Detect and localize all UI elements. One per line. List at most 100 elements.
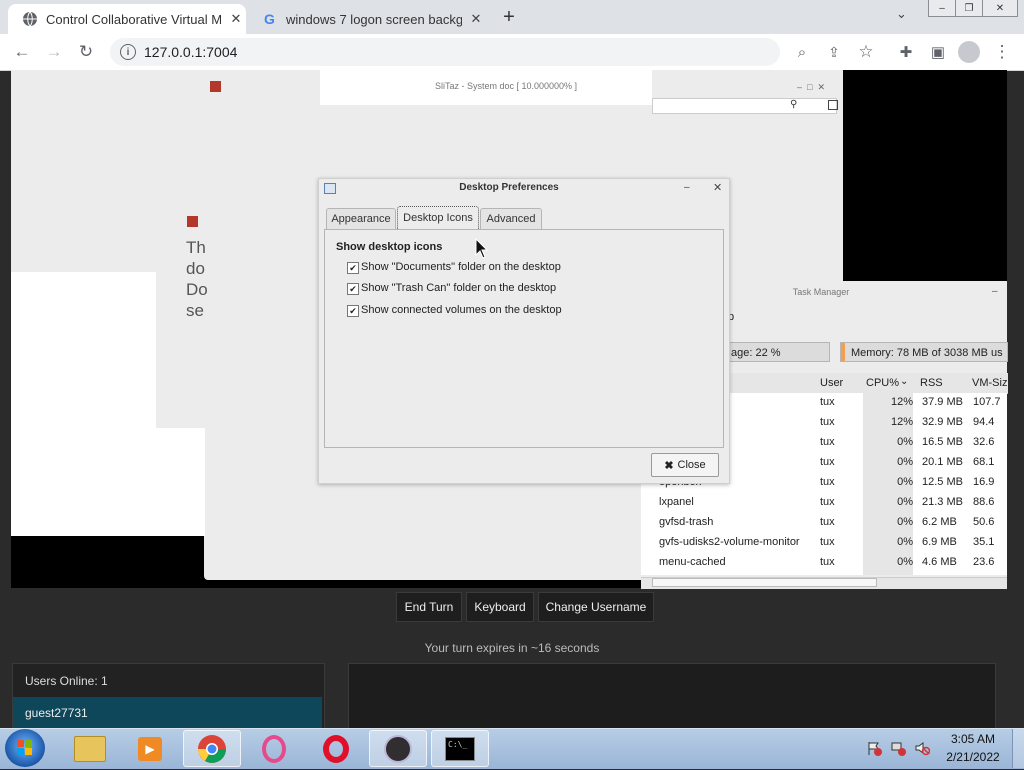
share-icon[interactable]: ⇪: [820, 34, 848, 70]
end-turn-button[interactable]: End Turn: [396, 592, 462, 622]
opera-icon[interactable]: [307, 730, 365, 767]
bookmark-star-icon[interactable]: ☆: [852, 34, 880, 70]
opera-gx-icon[interactable]: [245, 730, 303, 767]
extensions-icon[interactable]: ✚: [892, 34, 920, 70]
back-icon[interactable]: ←: [8, 34, 36, 70]
close-tab-icon[interactable]: ✕: [468, 11, 484, 27]
sort-chevron-icon: ⌄: [900, 376, 909, 387]
process-user: tux: [820, 516, 835, 528]
side-panel-icon[interactable]: ▣: [924, 34, 952, 70]
process-user: tux: [820, 556, 835, 568]
tab-appearance[interactable]: Appearance: [326, 208, 396, 229]
cpu-usage-bar: age: 22 %: [720, 342, 830, 362]
keyboard-button[interactable]: Keyboard: [466, 592, 534, 622]
url-text: 127.0.0.1:7004: [144, 44, 238, 60]
table-row[interactable]: gvfsd-trash tux 6.2 MB 50.6 0%: [641, 513, 1008, 533]
minimize-icon[interactable]: –: [684, 182, 690, 193]
menu-icon[interactable]: ⋮: [988, 34, 1016, 70]
grid-icon[interactable]: [828, 100, 838, 110]
media-player-icon[interactable]: ▶: [121, 730, 179, 767]
tab-inactive[interactable]: G windows 7 logon screen backgro ✕: [248, 4, 486, 34]
process-rss: 4.6 MB: [922, 556, 957, 568]
terminal-icon[interactable]: C:\_: [431, 730, 489, 767]
volumes-option-label: Show connected volumes on the desktop: [361, 304, 562, 316]
action-center-flag-icon[interactable]: [866, 740, 882, 756]
minimize-icon[interactable]: –: [992, 286, 998, 297]
column-vm-size[interactable]: VM-Siz: [972, 377, 1007, 389]
process-name: menu-cached: [659, 556, 726, 568]
mouse-cursor-icon: [475, 238, 489, 259]
documents-checkbox[interactable]: ✔: [347, 262, 359, 274]
process-cpu: 0%: [897, 456, 913, 468]
process-name: lxpanel: [659, 496, 694, 508]
new-tab-button[interactable]: +: [498, 6, 520, 28]
user-list-item[interactable]: guest27731: [13, 697, 322, 728]
show-desktop-button[interactable]: [1012, 729, 1024, 768]
zoom-icon[interactable]: ⌕: [788, 34, 816, 70]
process-rss: 6.9 MB: [922, 536, 957, 548]
restore-icon[interactable]: ❐: [955, 0, 983, 17]
process-vm-size: 107.7: [973, 396, 1001, 408]
column-rss[interactable]: RSS: [920, 377, 943, 389]
close-button[interactable]: ✖ Close: [651, 453, 719, 477]
table-row[interactable]: lxpanel tux 21.3 MB 88.6 0%: [641, 493, 1008, 513]
address-bar[interactable]: i 127.0.0.1:7004: [110, 38, 780, 66]
close-tab-icon[interactable]: ✕: [228, 11, 244, 27]
systray-title: SliTaz - System doc [ 10.000000% ]: [434, 81, 578, 91]
search-icon[interactable]: ⚲: [790, 99, 797, 110]
tab-desktop-icons[interactable]: Desktop Icons: [397, 206, 479, 229]
tab-advanced[interactable]: Advanced: [480, 208, 542, 229]
process-cpu: 0%: [897, 436, 913, 448]
scrollbar-thumb[interactable]: [652, 578, 877, 587]
column-cpu[interactable]: CPU%: [866, 377, 899, 389]
close-x-icon: ✖: [664, 459, 674, 472]
reload-icon[interactable]: ↻: [72, 34, 100, 70]
process-cpu: 0%: [897, 536, 913, 548]
column-user[interactable]: User: [820, 377, 843, 389]
memory-text: Memory: 78 MB of 3038 MB us: [851, 347, 1003, 359]
trash-checkbox[interactable]: ✔: [347, 283, 359, 295]
process-vm-size: 94.4: [973, 416, 995, 428]
process-vm-size: 23.6: [973, 556, 995, 568]
chrome-icon[interactable]: [183, 730, 241, 767]
table-row[interactable]: menu-cached tux 4.6 MB 23.6 0%: [641, 553, 1008, 573]
process-cpu: 0%: [897, 476, 913, 488]
globe-icon: [22, 11, 38, 27]
close-window-icon[interactable]: ✕: [982, 0, 1018, 17]
obs-icon[interactable]: [369, 730, 427, 767]
volume-muted-icon[interactable]: [914, 740, 931, 756]
process-user: tux: [820, 416, 835, 428]
start-button[interactable]: [5, 729, 45, 767]
profile-avatar-icon[interactable]: [958, 41, 980, 63]
file-explorer-icon[interactable]: [61, 730, 119, 767]
search-field[interactable]: [652, 98, 837, 114]
forward-icon[interactable]: →: [40, 34, 68, 70]
tab-title: Control Collaborative Virtual Ma: [46, 11, 222, 27]
site-info-icon[interactable]: i: [120, 44, 136, 60]
partial-line: Th: [186, 238, 206, 257]
process-name: gvfsd-trash: [659, 516, 714, 528]
memory-usage-bar: Memory: 78 MB of 3038 MB us: [840, 342, 1008, 362]
network-icon[interactable]: [890, 740, 906, 756]
process-user: tux: [820, 476, 835, 488]
turn-status: Your turn expires in ~16 seconds: [424, 641, 600, 655]
tab-search-chevron-icon[interactable]: ⌄: [896, 6, 916, 26]
black-region: [11, 536, 205, 588]
process-name: gvfs-udisks2-volume-monitor: [659, 536, 800, 548]
table-row[interactable]: gvfs-udisks2-volume-monitor tux 6.9 MB 35.1…: [641, 533, 1008, 553]
change-username-button[interactable]: Change Username: [538, 592, 654, 622]
clock-time[interactable]: 3:05 AM: [940, 732, 1006, 746]
volumes-checkbox[interactable]: ✔: [347, 305, 359, 317]
process-vm-size: 50.6: [973, 516, 995, 528]
process-user: tux: [820, 396, 835, 408]
close-button-label: Close: [677, 459, 706, 471]
process-user: tux: [820, 456, 835, 468]
tab-active[interactable]: Control Collaborative Virtual Ma ✕: [8, 4, 246, 34]
process-rss: 20.1 MB: [922, 456, 963, 468]
process-rss: 16.5 MB: [922, 436, 963, 448]
minimize-icon[interactable]: –: [928, 0, 956, 17]
close-icon[interactable]: ✕: [713, 181, 722, 194]
window-controls[interactable]: – □ ✕: [797, 82, 825, 93]
clock-date[interactable]: 2/21/2022: [940, 750, 1006, 764]
dialog-title: Desktop Preferences: [459, 182, 559, 193]
